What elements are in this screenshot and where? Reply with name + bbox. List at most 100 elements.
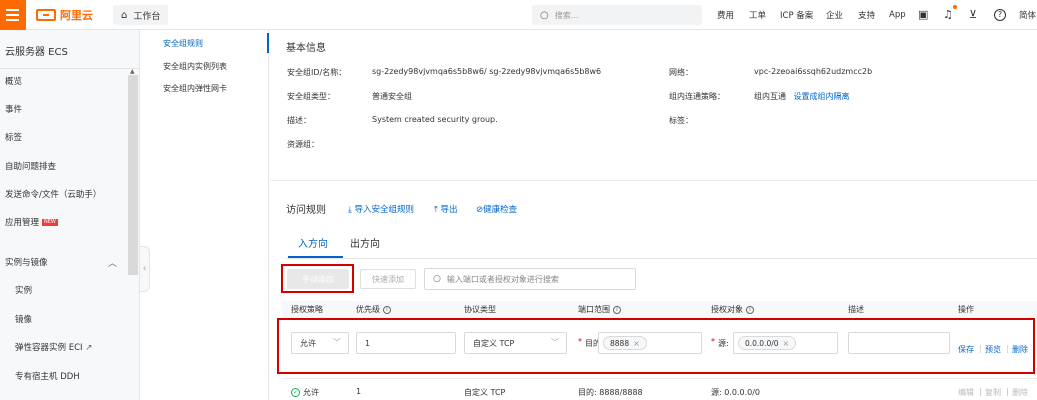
cart-icon[interactable]: ⊻: [969, 8, 977, 21]
row-source: 源: 0.0.0.0/0: [711, 388, 761, 397]
workbench-button[interactable]: ⌂ 工作台: [113, 5, 169, 25]
sidebar-item-ddh[interactable]: 专有宿主机 DDH: [15, 370, 80, 382]
tab-inbound[interactable]: 入方向: [298, 235, 328, 250]
required-mark: *: [711, 337, 715, 346]
info-icon[interactable]: i: [746, 305, 754, 314]
subnav-rules[interactable]: 安全组规则: [163, 38, 203, 49]
sg-id-value: sg-2zedy98vjvmqa6s5b8w6/ sg-2zedy98vjvmq…: [372, 67, 602, 76]
nav-language[interactable]: 简体: [1019, 9, 1036, 21]
health-check-link[interactable]: ⊘健康检查: [476, 203, 517, 215]
main-content: 基本信息 安全组ID/名称： sg-2zedy98vjvmqa6s5b8w6/ …: [270, 30, 1037, 400]
subnav-active-indicator: [267, 33, 269, 53]
subnav-eni[interactable]: 安全组内弹性网卡: [163, 83, 227, 94]
quick-add-button[interactable]: 快速添加: [360, 269, 416, 289]
table-header: [282, 301, 1037, 318]
nav-enterprise[interactable]: 企业: [826, 9, 843, 21]
sidebar-item-images[interactable]: 镜像: [15, 313, 32, 325]
section-divider: [270, 180, 1037, 181]
col-source-label: 授权对象: [711, 305, 743, 314]
message-icon[interactable]: ▣: [918, 8, 928, 21]
nav-icp[interactable]: ICP 备案: [780, 9, 813, 21]
priority-input-value: 1: [365, 338, 371, 348]
import-rules-link[interactable]: ⤓ 导入安全组规则: [348, 203, 414, 215]
sidebar-item-tags[interactable]: 标签: [5, 131, 22, 143]
network-value: vpc-2zeoai6ssqh62udzmcc2b: [754, 67, 873, 76]
row-priority: 1: [356, 387, 362, 396]
tabs-baseline: [286, 258, 1037, 259]
export-link[interactable]: ⤒ 导出: [434, 203, 457, 215]
col-protocol: 协议类型: [464, 305, 496, 314]
col-actions: 操作: [958, 305, 974, 314]
row-protocol: 自定义 TCP: [464, 388, 506, 397]
nav-app[interactable]: App: [889, 10, 906, 20]
sidebar-item-instances[interactable]: 实例: [15, 284, 32, 296]
security-group-subnav: 安全组规则 安全组内实例列表 安全组内弹性网卡: [150, 30, 268, 400]
scroll-up-icon[interactable]: ▲: [130, 68, 135, 75]
close-icon[interactable]: ×: [783, 339, 790, 348]
access-rules-title: 访问规则: [286, 205, 326, 216]
highlight-box-manual-add: [281, 264, 354, 293]
set-isolation-link[interactable]: 设置成组内隔离: [794, 92, 850, 101]
sidebar-item-cloud-assistant[interactable]: 发送命令/文件（云助手）: [5, 188, 101, 200]
tab-outbound[interactable]: 出方向: [350, 235, 380, 250]
subnav-instances[interactable]: 安全组内实例列表: [163, 61, 227, 72]
sidebar-item-eci[interactable]: 弹性容器实例 ECI ↗: [15, 341, 92, 353]
col-description: 描述: [848, 305, 864, 314]
sg-type-value: 普通安全组: [372, 92, 412, 101]
policy-select[interactable]: 允许 ﹀: [291, 332, 349, 354]
sidebar-item-troubleshoot[interactable]: 自助问题排查: [5, 160, 56, 172]
col-source: 授权对象 i: [711, 304, 754, 315]
close-icon[interactable]: ×: [633, 339, 640, 348]
save-button[interactable]: 保存: [958, 344, 974, 355]
sidebar-item-app-management[interactable]: 应用管理 NEW: [5, 216, 58, 228]
preview-button[interactable]: 预览: [985, 344, 1001, 355]
priority-input[interactable]: 1: [356, 332, 456, 354]
description-label: 描述：: [287, 116, 311, 125]
sidebar-item-overview[interactable]: 概览: [5, 75, 22, 87]
help-icon[interactable]: ?: [994, 9, 1006, 21]
chevron-up-icon[interactable]: ︿: [108, 256, 117, 269]
nav-billing[interactable]: 费用: [717, 9, 734, 21]
logo-text: 阿里云: [60, 9, 93, 22]
port-tag[interactable]: 8888 ×: [603, 336, 647, 350]
port-range-input[interactable]: 8888 ×: [598, 332, 702, 354]
copy-button[interactable]: 复制: [985, 387, 1001, 398]
delete-row-button[interactable]: 删除: [1012, 387, 1028, 398]
logo[interactable]: 阿里云: [36, 7, 93, 23]
global-search-input[interactable]: ○ 搜索...: [532, 5, 702, 25]
search-icon: ○: [540, 9, 549, 21]
nav-support[interactable]: 支持: [858, 9, 875, 21]
action-separator: |: [1006, 344, 1009, 353]
sidebar-item-label: 弹性容器实例 ECI: [15, 343, 83, 353]
nav-tickets[interactable]: 工单: [749, 9, 766, 21]
menu-icon[interactable]: [0, 0, 26, 30]
description-input[interactable]: [848, 332, 950, 354]
bell-icon[interactable]: ♫: [943, 8, 953, 21]
tags-label: 标签：: [669, 116, 693, 125]
sidebar-collapse-handle[interactable]: ‹: [140, 246, 150, 292]
col-priority-label: 优先级: [356, 305, 380, 314]
source-tag-value: 0.0.0.0/0: [745, 338, 779, 348]
new-badge: NEW: [42, 219, 58, 226]
source-tag[interactable]: 0.0.0.0/0 ×: [738, 336, 797, 350]
protocol-select-value: 自定义 TCP: [473, 338, 515, 348]
chevron-down-icon: ﹀: [333, 338, 341, 347]
sidebar-title: 云服务器 ECS: [5, 47, 68, 58]
info-icon[interactable]: i: [613, 305, 621, 314]
aliyun-logo-icon: [36, 9, 56, 21]
sidebar-item-events[interactable]: 事件: [5, 103, 22, 115]
rule-search-input[interactable]: ○ 输入端口或者授权对象进行搜索: [424, 268, 636, 290]
info-icon[interactable]: i: [383, 305, 391, 314]
intra-policy-label: 组内连通策略：: [669, 92, 725, 101]
edit-button[interactable]: 编辑: [958, 387, 974, 398]
source-input[interactable]: 0.0.0.0/0 ×: [733, 332, 838, 354]
sidebar-scrollbar[interactable]: [128, 75, 138, 275]
search-icon: ○: [433, 274, 441, 284]
col-priority: 优先级 i: [356, 304, 391, 315]
col-policy: 授权策略: [291, 305, 323, 314]
resource-group-label: 资源组：: [287, 140, 319, 149]
protocol-select[interactable]: 自定义 TCP ﹀: [464, 332, 567, 354]
check-circle-icon: ✓: [291, 388, 300, 397]
delete-button[interactable]: 删除: [1012, 344, 1028, 355]
sidebar-group-instances-images[interactable]: 实例与镜像: [5, 256, 48, 268]
